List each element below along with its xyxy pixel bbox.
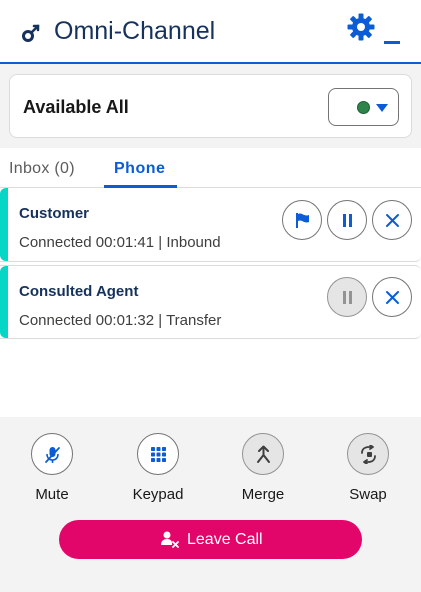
close-icon	[386, 291, 399, 304]
mute-button[interactable]	[31, 433, 73, 475]
tab-inbox[interactable]: Inbox (0)	[9, 160, 75, 178]
merge-icon	[257, 445, 270, 463]
keypad-button[interactable]	[137, 433, 179, 475]
mute-control: Mute	[20, 433, 84, 513]
call-controls: Mute Keypad Merge Swap Leave Call	[0, 417, 421, 592]
minimize-icon[interactable]	[382, 20, 404, 44]
keypad-icon	[151, 447, 166, 462]
end-call-button[interactable]	[372, 200, 412, 240]
mute-label: Mute	[35, 486, 69, 503]
tab-bar: Inbox (0) Phone	[0, 148, 421, 188]
gear-icon[interactable]	[346, 12, 376, 42]
presence-status-section: Available All	[0, 64, 421, 148]
swap-icon	[361, 445, 376, 464]
call-party-name: Consulted Agent	[19, 283, 139, 300]
call-row-consulted-agent: Consulted Agent Connected 00:01:32 | Tra…	[0, 265, 421, 339]
close-icon	[386, 214, 399, 227]
muted-microphone-icon	[45, 447, 60, 463]
page-title: Omni-Channel	[54, 17, 216, 45]
presence-status-card: Available All	[9, 74, 412, 138]
call-accent-bar	[0, 188, 8, 261]
leave-call-label: Leave Call	[187, 531, 263, 548]
omni-logo-icon	[22, 24, 40, 42]
merge-button[interactable]	[242, 433, 284, 475]
swap-button[interactable]	[347, 433, 389, 475]
flag-button[interactable]	[282, 200, 322, 240]
swap-label: Swap	[349, 486, 387, 503]
call-party-name: Customer	[19, 205, 90, 222]
swap-control: Swap	[336, 433, 400, 513]
call-status-text: Connected 00:01:32 | Transfer	[19, 312, 222, 329]
end-call-button[interactable]	[372, 277, 412, 317]
hold-button[interactable]	[327, 200, 367, 240]
hold-button-disabled[interactable]	[327, 277, 367, 317]
remove-user-icon	[161, 531, 179, 548]
pause-icon	[343, 214, 352, 227]
pause-icon	[343, 291, 352, 304]
utility-header: Omni-Channel	[0, 0, 421, 64]
call-row-customer: Customer Connected 00:01:41 | Inbound	[0, 188, 421, 262]
tab-phone[interactable]: Phone	[114, 160, 165, 178]
leave-call-button[interactable]: Leave Call	[59, 520, 362, 559]
merge-label: Merge	[241, 486, 285, 503]
status-indicator-icon	[357, 101, 370, 114]
call-status-text: Connected 00:01:41 | Inbound	[19, 234, 221, 251]
presence-status-label: Available All	[23, 97, 129, 117]
keypad-label: Keypad	[132, 486, 184, 503]
chevron-down-icon	[376, 104, 388, 112]
presence-status-dropdown[interactable]	[328, 88, 399, 126]
call-list: Customer Connected 00:01:41 | Inbound Co…	[0, 188, 421, 417]
flag-icon	[296, 213, 309, 228]
merge-control: Merge	[231, 433, 295, 513]
call-accent-bar	[0, 266, 8, 338]
keypad-control: Keypad	[126, 433, 190, 513]
